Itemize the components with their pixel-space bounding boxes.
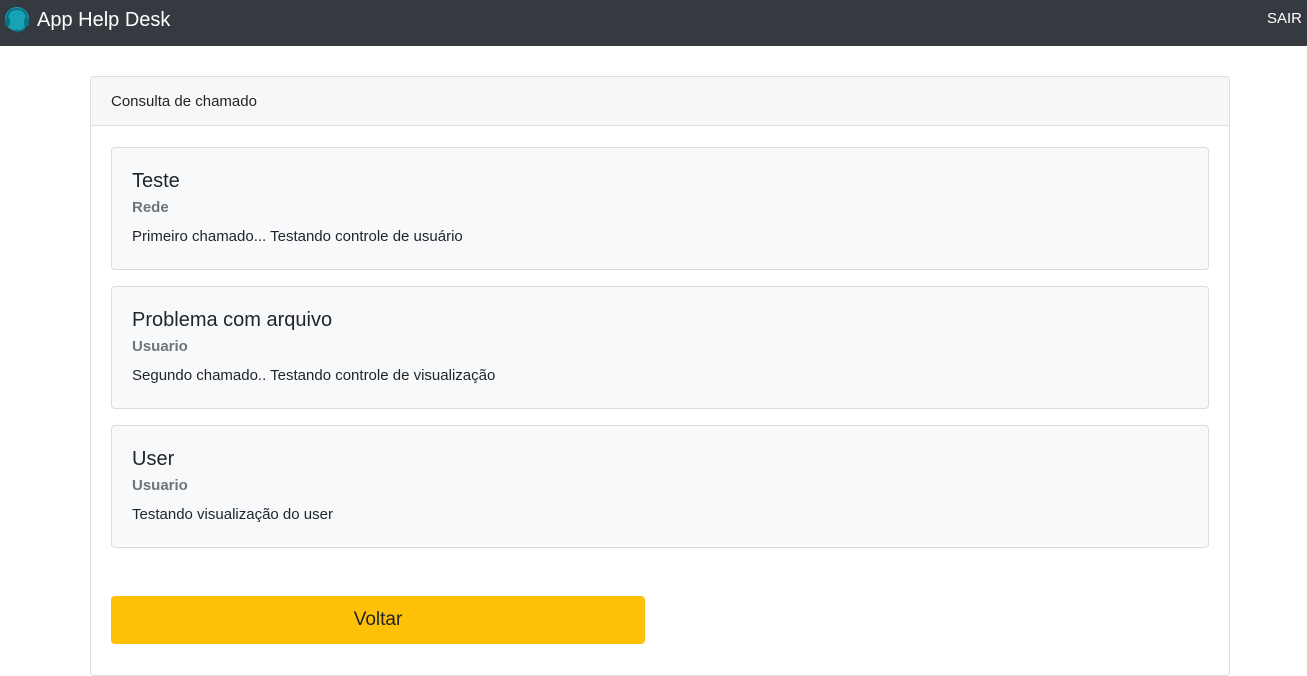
ticket-category: Rede xyxy=(132,199,169,216)
ticket-description: Segundo chamado.. Testando controle de v… xyxy=(132,367,496,384)
ticket-title: Teste xyxy=(132,170,180,192)
brand-link[interactable]: App Help Desk xyxy=(2,5,170,35)
ticket-category: Usuario xyxy=(132,338,188,355)
ticket-card: Problema com arquivo Usuario Segundo cha… xyxy=(111,286,1209,409)
logout-link[interactable]: SAIR xyxy=(1267,10,1302,28)
brand-title: App Help Desk xyxy=(37,9,171,31)
ticket-card: Teste Rede Primeiro chamado... Testando … xyxy=(111,147,1209,270)
headset-icon xyxy=(2,5,32,35)
back-button[interactable]: Voltar xyxy=(111,596,645,644)
card-header: Consulta de chamado xyxy=(91,77,1229,126)
top-navbar: App Help Desk SAIR xyxy=(0,0,1307,46)
ticket-card: User Usuario Testando visualização do us… xyxy=(111,425,1209,548)
ticket-list-card: Consulta de chamado Teste Rede Primeiro … xyxy=(90,76,1230,676)
ticket-title: Problema com arquivo xyxy=(132,309,333,331)
ticket-title: User xyxy=(132,448,175,470)
ticket-category: Usuario xyxy=(132,477,188,494)
ticket-description: Testando visualização do user xyxy=(132,506,333,523)
ticket-description: Primeiro chamado... Testando controle de… xyxy=(132,228,463,245)
